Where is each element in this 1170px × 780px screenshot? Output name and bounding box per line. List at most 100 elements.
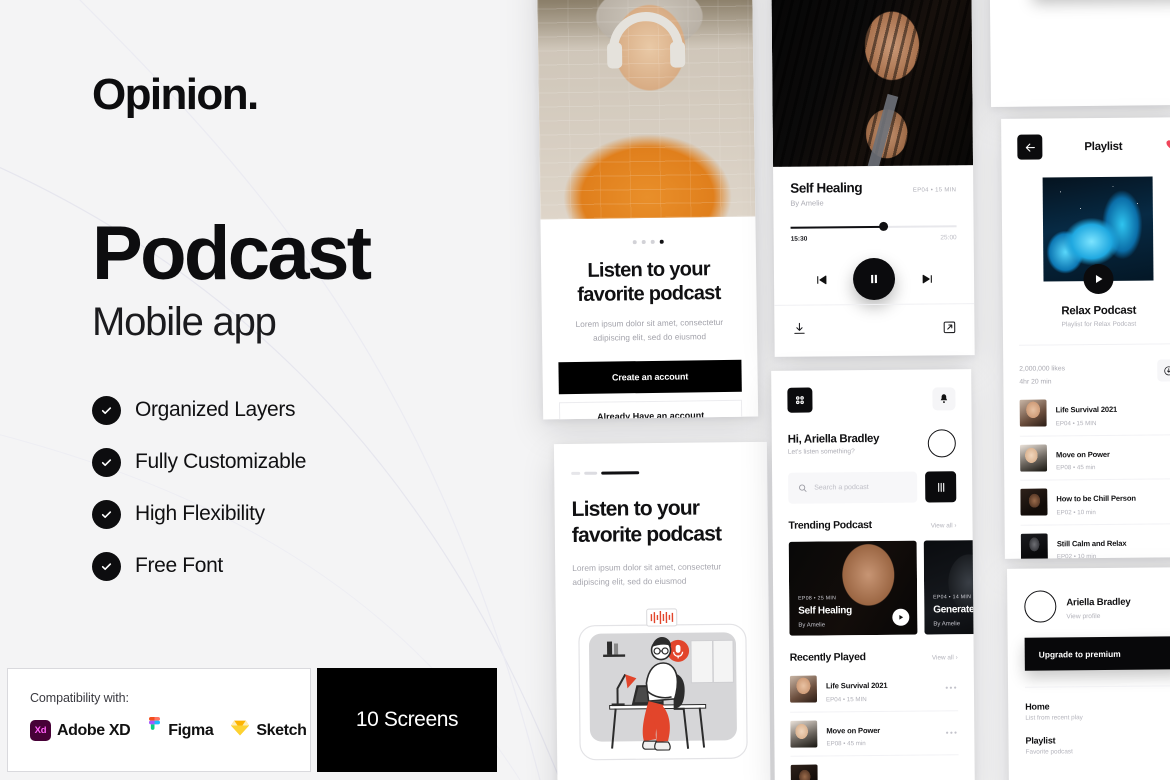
- track-meta: EP02 • 10 min: [1056, 553, 1097, 559]
- feature-label: High Flexibility: [135, 502, 265, 525]
- upgrade-premium-button[interactable]: Upgrade to premium: [1024, 636, 1170, 671]
- bell-icon[interactable]: [932, 387, 956, 411]
- home-topbar: [787, 386, 956, 413]
- skip-previous-icon[interactable]: [813, 271, 829, 287]
- download-circle-icon[interactable]: [1157, 359, 1170, 382]
- pause-icon[interactable]: [852, 257, 896, 301]
- avatar[interactable]: [927, 429, 956, 458]
- player-track-meta: EP04 • 15 MIN: [912, 187, 957, 194]
- recently-played-list: Life Survival 2021 EP04 • 15 MIN ••• Mov…: [789, 666, 959, 780]
- trending-card-meta: EP04 • 14 MIN: [933, 594, 972, 601]
- tool-label: Figma: [168, 721, 214, 739]
- screen-recommendation: Recomendation View all › Remove Your Nod…: [988, 0, 1170, 107]
- equalizer-icon[interactable]: [925, 471, 957, 503]
- trending-section-header: Trending Podcast View all ›: [788, 518, 957, 532]
- onboarding-headline: Listen to your favorite podcast: [577, 258, 721, 307]
- brand-title: Opinion.: [92, 70, 259, 119]
- screen-player: Self Healing EP04 • 15 MIN By Amelie 15:…: [771, 0, 975, 357]
- track-name: Still Calm and Relax: [1056, 538, 1127, 548]
- screens-count-label: 10 Screens: [355, 708, 459, 731]
- pagination-dot-active[interactable]: [659, 239, 664, 244]
- list-item[interactable]: [790, 755, 959, 780]
- track-thumbnail: [1020, 488, 1048, 516]
- onboarding-description: Lorem ipsum dolor sit amet, consectetur …: [572, 560, 722, 588]
- list-item[interactable]: Still Calm and Relax EP02 • 10 min: [1020, 523, 1170, 559]
- pagination-dots[interactable]: [557, 239, 740, 246]
- list-item[interactable]: Life Survival 2021 EP04 • 15 MIN: [1019, 390, 1170, 437]
- greeting-title: Hi, Ariella Bradley: [787, 432, 880, 446]
- view-profile-link[interactable]: View profile: [1066, 613, 1130, 620]
- progress-segment-active: [601, 471, 640, 475]
- pagination-dot[interactable]: [641, 240, 646, 245]
- play-icon[interactable]: [1083, 263, 1114, 295]
- screen-home: Hi, Ariella Bradley Let's listen somethi…: [771, 369, 975, 780]
- tool-sketch: Sketch: [230, 719, 307, 742]
- track-thumbnail: [790, 720, 818, 748]
- profile-user-row[interactable]: Ariella Bradley View profile: [1024, 589, 1170, 623]
- create-account-button[interactable]: Create an account: [558, 359, 742, 394]
- share-icon[interactable]: [942, 320, 956, 339]
- podcaster-at-desk-illustration: [573, 604, 754, 780]
- feature-list: Organized Layers Fully Customizable High…: [92, 384, 306, 592]
- menu-item-subtitle: List from recent play: [1025, 714, 1083, 722]
- menu-item-playlist[interactable]: Playlist Favorite podcast: [1025, 734, 1170, 755]
- search-placeholder: Search a podcast: [814, 484, 869, 492]
- list-item[interactable]: How to be Chill Person EP02 • 10 min: [1020, 479, 1170, 526]
- list-item: Organized Layers: [92, 384, 306, 436]
- track-name: Move on Power: [826, 725, 881, 735]
- list-item[interactable]: Move on Power EP08 • 45 min •••: [790, 710, 959, 757]
- search-input[interactable]: Search a podcast: [788, 471, 918, 504]
- screen-onboarding-photo: Listen to your favorite podcast Lorem ip…: [536, 0, 759, 420]
- playlist-name: Relax Podcast: [1061, 304, 1137, 318]
- list-item[interactable]: Life Survival 2021 EP04 • 15 MIN •••: [789, 666, 959, 713]
- onboarding-hero-photo: [536, 0, 756, 220]
- onboarding-content: Listen to your favorite podcast Lorem ip…: [540, 216, 758, 420]
- heart-icon[interactable]: [1164, 137, 1170, 155]
- grid-menu-icon[interactable]: [787, 387, 813, 413]
- more-options-icon[interactable]: •••: [945, 684, 958, 693]
- already-have-account-button[interactable]: Already Have an account: [558, 399, 743, 420]
- trending-card[interactable]: EP08 • 25 MIN Self Healing By Amelie: [788, 540, 918, 636]
- tool-label: Adobe XD: [57, 721, 131, 739]
- check-icon: [92, 499, 121, 529]
- track-thumbnail: [1019, 399, 1047, 427]
- skip-next-icon[interactable]: [919, 270, 935, 286]
- more-options-icon[interactable]: •••: [946, 728, 959, 737]
- menu-item-title: Playlist: [1025, 735, 1056, 746]
- seek-knob[interactable]: [878, 221, 889, 231]
- download-icon[interactable]: [792, 322, 806, 341]
- playlist-cover-wrap: [1042, 176, 1154, 295]
- play-icon[interactable]: [892, 608, 910, 626]
- list-item[interactable]: Move on Power EP08 • 45 min: [1019, 434, 1170, 481]
- trending-view-all[interactable]: View all ›: [931, 522, 957, 529]
- arrow-left-icon[interactable]: [1017, 134, 1043, 160]
- menu-item-subtitle: Favorite podcast: [1025, 748, 1073, 756]
- progress-indicator[interactable]: [571, 470, 750, 475]
- playlist-title: Playlist: [1084, 140, 1123, 153]
- track-name: Life Survival 2021: [825, 680, 888, 691]
- compatibility-label: Compatibility with:: [30, 691, 129, 705]
- playlist-stats: 2,000,000 likes 4hr 20 min: [1019, 343, 1170, 386]
- trending-card[interactable]: EP04 • 14 MIN Generate By Amelie: [923, 539, 975, 635]
- avatar[interactable]: [1024, 590, 1057, 623]
- headphone-left-cup: [606, 42, 622, 69]
- player-title-row: Self Healing EP04 • 15 MIN: [790, 179, 957, 196]
- recently-view-all[interactable]: View all ›: [932, 654, 958, 661]
- pagination-dot[interactable]: [632, 240, 637, 245]
- left-info-panel: Opinion. Podcast Mobile app Organized La…: [0, 0, 530, 780]
- page-subtitle: Mobile app: [92, 300, 277, 344]
- compatibility-logos: Xd Adobe XD Figma Sketch: [30, 717, 307, 744]
- menu-item-home[interactable]: Home List from recent play: [1025, 700, 1170, 721]
- screen-profile: Ariella Bradley View profile Upgrade to …: [1007, 567, 1170, 780]
- track-thumbnail: [790, 764, 818, 780]
- player-cover-photo: [771, 0, 974, 167]
- player-footer: [774, 303, 975, 357]
- seek-slider[interactable]: [790, 220, 957, 233]
- home-search-row: Search a podcast: [788, 471, 957, 504]
- track-meta: EP02 • 10 min: [1056, 508, 1096, 516]
- tool-adobe-xd: Xd Adobe XD: [30, 720, 131, 741]
- player-time-total: 25:00: [940, 234, 957, 242]
- list-item: High Flexibility: [92, 488, 306, 540]
- pagination-dot[interactable]: [650, 239, 655, 244]
- greeting-subtitle: Let's listen something?: [787, 448, 855, 456]
